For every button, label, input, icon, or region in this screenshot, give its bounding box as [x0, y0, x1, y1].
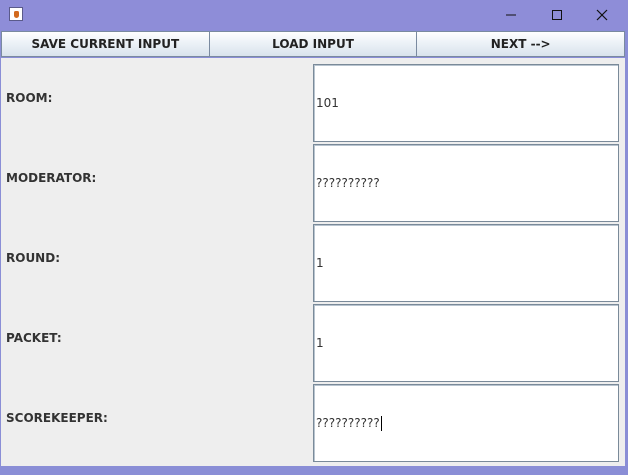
moderator-label: MODERATOR:: [6, 171, 97, 185]
title-bar: [0, 0, 628, 30]
round-label: ROUND:: [6, 251, 60, 265]
close-icon: [596, 9, 608, 21]
form-row-moderator: MODERATOR: ??????????: [1, 138, 625, 222]
maximize-button[interactable]: [534, 0, 580, 30]
scorekeeper-label: SCOREKEEPER:: [6, 411, 108, 425]
scorekeeper-value: ??????????: [316, 416, 380, 430]
form-row-room: ROOM: 101: [1, 58, 625, 142]
packet-field[interactable]: 1: [313, 304, 619, 382]
form-row-packet: PACKET: 1: [1, 298, 625, 382]
round-value: 1: [316, 256, 324, 270]
form-panel: ROOM: 101 MODERATOR: ?????????? ROUND: 1…: [1, 58, 625, 466]
form-row-scorekeeper: SCOREKEEPER: ??????????: [1, 378, 625, 462]
packet-value: 1: [316, 336, 324, 350]
text-caret: [380, 415, 382, 431]
toolbar: SAVE CURRENT INPUT LOAD INPUT NEXT -->: [1, 31, 626, 57]
room-label: ROOM:: [6, 91, 53, 105]
minimize-icon: [505, 9, 517, 21]
scorekeeper-field[interactable]: ??????????: [313, 384, 619, 462]
moderator-value: ??????????: [316, 176, 380, 190]
next-button[interactable]: NEXT -->: [417, 31, 626, 57]
load-input-button[interactable]: LOAD INPUT: [209, 31, 418, 57]
window-bottom-border: [0, 467, 628, 475]
room-value: 101: [316, 96, 339, 110]
form-row-round: ROUND: 1: [1, 218, 625, 302]
packet-label: PACKET:: [6, 331, 62, 345]
room-field[interactable]: 101: [313, 64, 619, 142]
minimize-button[interactable]: [488, 0, 534, 30]
close-button[interactable]: [579, 0, 625, 30]
moderator-field[interactable]: ??????????: [313, 144, 619, 222]
java-cup-icon: [9, 7, 23, 21]
round-field[interactable]: 1: [313, 224, 619, 302]
save-current-input-button[interactable]: SAVE CURRENT INPUT: [1, 31, 210, 57]
maximize-icon: [551, 9, 563, 21]
